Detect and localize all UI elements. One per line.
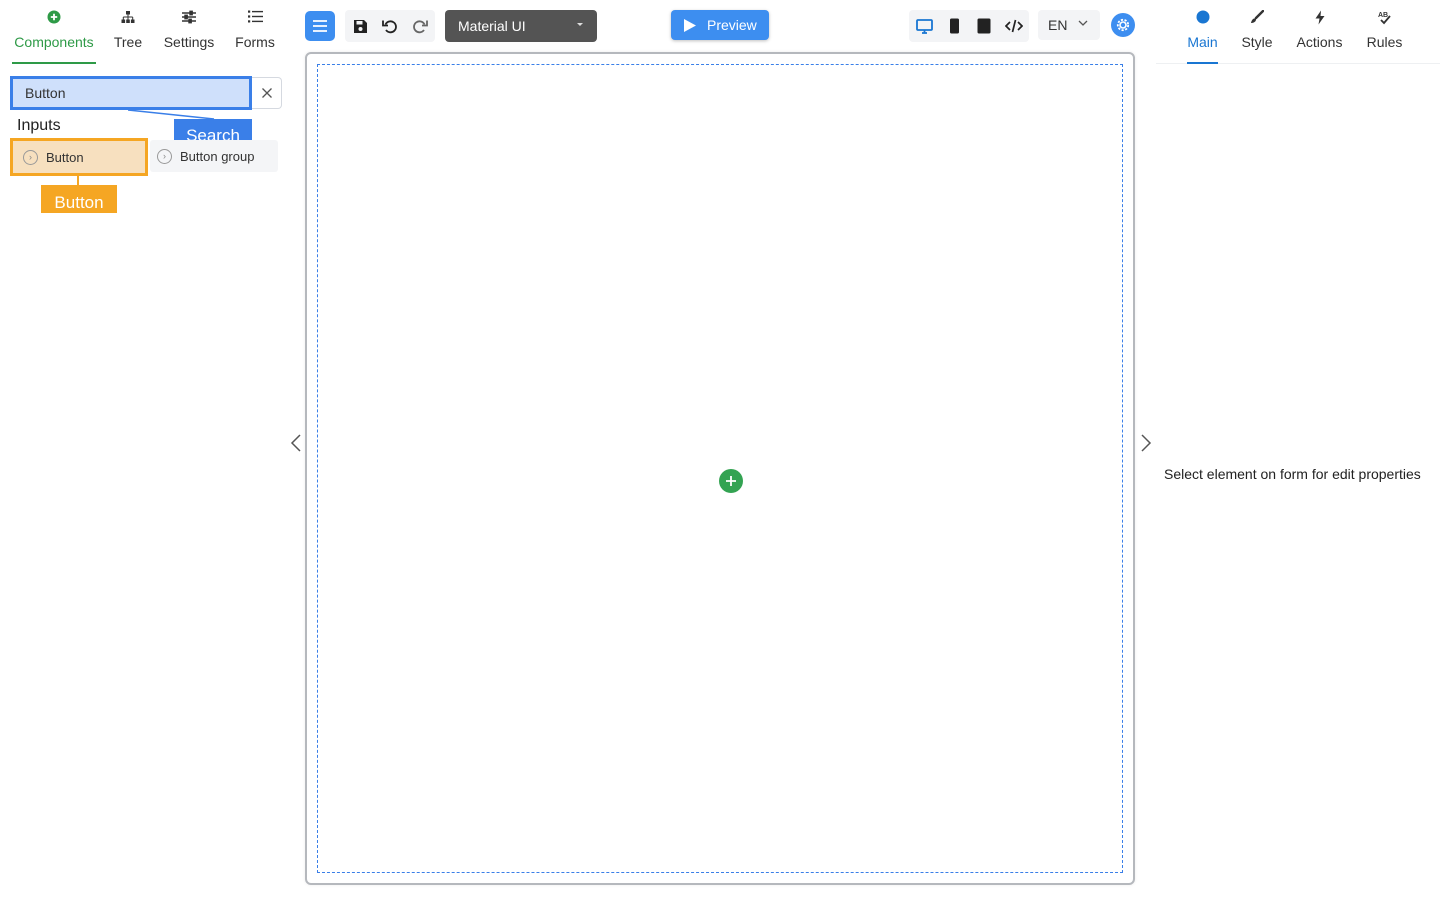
- component-search: [10, 76, 282, 110]
- tab-settings-label: Settings: [163, 34, 215, 50]
- canvas-drop-zone[interactable]: [317, 64, 1123, 873]
- tab-components-label: Components: [14, 34, 94, 50]
- language-select-value: EN: [1048, 17, 1068, 33]
- plus-circle-icon: [10, 10, 98, 30]
- rules-icon: AB: [1366, 10, 1403, 30]
- language-select[interactable]: EN: [1038, 10, 1100, 40]
- circle-icon: [1187, 10, 1218, 30]
- tab-actions-label: Actions: [1296, 34, 1343, 50]
- component-icon: ›: [157, 148, 172, 164]
- ui-library-select-value: Material UI: [458, 18, 526, 34]
- tab-forms[interactable]: Forms: [230, 10, 280, 64]
- save-icon: [353, 19, 367, 33]
- components-panel: Components Tree Settings Forms Search: [0, 0, 296, 900]
- brush-icon: [1241, 9, 1273, 30]
- desktop-icon: [915, 18, 933, 34]
- tablet-icon: [949, 18, 959, 34]
- preview-button-label: Preview: [707, 17, 757, 33]
- tab-main-label: Main: [1187, 34, 1218, 50]
- redo-button[interactable]: [405, 10, 435, 42]
- chevron-down-icon: [1078, 20, 1088, 26]
- svg-text:AB: AB: [1378, 12, 1388, 19]
- properties-panel: Main Style Actions AB Rules Select eleme…: [1156, 0, 1440, 900]
- search-input[interactable]: [10, 76, 252, 110]
- tab-style-label: Style: [1241, 34, 1273, 50]
- right-tab-bar: Main Style Actions AB Rules: [1156, 0, 1440, 64]
- ui-library-select[interactable]: Material UI: [445, 10, 597, 42]
- tab-forms-label: Forms: [235, 34, 275, 50]
- device-toolbar-group: [909, 10, 1029, 42]
- tab-actions[interactable]: Actions: [1296, 10, 1343, 63]
- plus-icon: [726, 476, 736, 486]
- settings-button[interactable]: [1111, 13, 1135, 37]
- menu-icon: [313, 20, 327, 32]
- undo-icon: [382, 20, 397, 34]
- tab-components[interactable]: Components: [10, 10, 98, 64]
- component-icon: ›: [23, 149, 38, 165]
- clear-search-button[interactable]: [252, 77, 282, 109]
- tree-icon: [108, 10, 148, 30]
- add-component-button[interactable]: [719, 469, 743, 493]
- preview-button[interactable]: Preview: [671, 10, 769, 40]
- palette-item-button-group[interactable]: › Button group: [150, 140, 278, 172]
- tab-tree[interactable]: Tree: [108, 10, 148, 64]
- tab-tree-label: Tree: [113, 34, 143, 50]
- tab-rules-label: Rules: [1366, 34, 1403, 50]
- menu-button[interactable]: [305, 11, 335, 41]
- collapse-right-panel-button[interactable]: [1139, 433, 1153, 453]
- undo-button[interactable]: [375, 10, 405, 42]
- editor-toolbar: Material UI Preview EN: [296, 0, 1156, 52]
- component-group-title: Inputs: [17, 117, 61, 134]
- desktop-view-button[interactable]: [909, 10, 939, 42]
- code-icon: [1005, 19, 1023, 33]
- list-icon: [230, 10, 280, 30]
- save-button[interactable]: [345, 10, 375, 42]
- code-view-button[interactable]: [999, 10, 1029, 42]
- history-toolbar-group: [345, 10, 435, 42]
- form-canvas: [305, 52, 1135, 885]
- close-icon: [261, 88, 272, 98]
- palette-item-label: Button: [46, 149, 84, 165]
- redo-icon: [413, 20, 428, 34]
- settings-gear-icon: [1116, 18, 1130, 32]
- play-icon: [684, 18, 696, 32]
- tab-settings[interactable]: Settings: [160, 10, 218, 64]
- sliders-icon: [160, 10, 218, 30]
- left-tab-bar: Components Tree Settings Forms: [0, 0, 296, 64]
- chevron-down-icon: [577, 23, 583, 26]
- phone-view-button[interactable]: [969, 10, 999, 42]
- collapse-left-panel-button[interactable]: [289, 433, 303, 453]
- tab-main[interactable]: Main: [1187, 10, 1218, 64]
- palette-item-label: Button group: [180, 148, 255, 164]
- tab-style[interactable]: Style: [1241, 9, 1273, 63]
- tab-rules[interactable]: AB Rules: [1366, 10, 1403, 63]
- tablet-view-button[interactable]: [939, 10, 969, 42]
- phone-icon: [977, 18, 991, 34]
- properties-empty-message: Select element on form for edit properti…: [1164, 466, 1421, 482]
- palette-item-button[interactable]: › Button: [10, 138, 148, 176]
- button-highlight-label: Button: [41, 185, 117, 213]
- lightning-icon: [1296, 10, 1343, 30]
